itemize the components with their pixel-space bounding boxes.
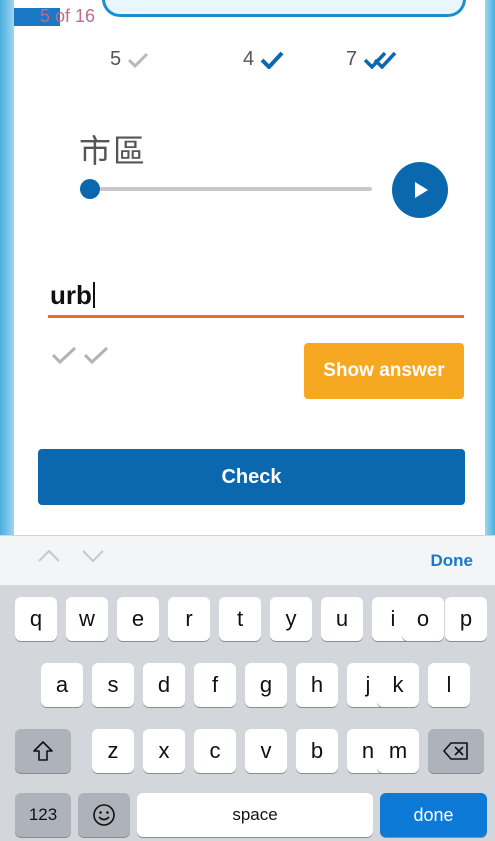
key-x[interactable]: x bbox=[143, 729, 185, 773]
key-r[interactable]: r bbox=[168, 597, 210, 641]
text-caret bbox=[92, 282, 95, 308]
emoji-key[interactable] bbox=[78, 793, 130, 837]
stat-count: 7 bbox=[346, 48, 358, 70]
audio-progress-knob[interactable] bbox=[80, 179, 100, 199]
key-f[interactable]: f bbox=[194, 663, 236, 707]
emoji-icon bbox=[93, 804, 115, 826]
space-key[interactable]: space bbox=[137, 793, 373, 837]
stat-mastered: 7 bbox=[346, 48, 397, 71]
key-s[interactable]: s bbox=[92, 663, 134, 707]
answer-underline bbox=[48, 315, 464, 318]
key-p[interactable]: p bbox=[445, 597, 487, 641]
keyboard-toolbar: Done bbox=[0, 535, 495, 586]
chevron-down-icon[interactable] bbox=[82, 550, 104, 562]
play-icon bbox=[415, 182, 428, 198]
done-key[interactable]: done bbox=[380, 793, 487, 837]
stat-count: 5 bbox=[110, 48, 122, 70]
backspace-key[interactable] bbox=[428, 729, 484, 773]
key-d[interactable]: d bbox=[143, 663, 185, 707]
key-c[interactable]: c bbox=[194, 729, 236, 773]
shift-key[interactable] bbox=[15, 729, 71, 773]
backspace-icon bbox=[443, 742, 468, 760]
key-g[interactable]: g bbox=[245, 663, 287, 707]
key-y[interactable]: y bbox=[270, 597, 312, 641]
onscreen-keyboard: q w e r t y u i o p a s d f g h j k l z … bbox=[0, 585, 495, 841]
check-blue-icon bbox=[260, 51, 284, 69]
key-a[interactable]: a bbox=[41, 663, 83, 707]
key-u[interactable]: u bbox=[321, 597, 363, 641]
chevron-up-icon[interactable] bbox=[38, 550, 60, 562]
play-audio-button[interactable] bbox=[392, 162, 448, 218]
key-b[interactable]: b bbox=[296, 729, 338, 773]
flashcard-word: 市區 bbox=[79, 132, 148, 170]
key-m[interactable]: m bbox=[377, 729, 419, 773]
key-q[interactable]: q bbox=[15, 597, 57, 641]
key-v[interactable]: v bbox=[245, 729, 287, 773]
key-t[interactable]: t bbox=[219, 597, 261, 641]
check-gray-icon bbox=[83, 346, 109, 364]
audio-progress-track[interactable] bbox=[90, 187, 372, 191]
attempt-indicators bbox=[50, 346, 110, 364]
toolbar-done-button[interactable]: Done bbox=[431, 551, 474, 571]
key-l[interactable]: l bbox=[428, 663, 470, 707]
top-tab bbox=[102, 0, 466, 17]
key-o[interactable]: o bbox=[402, 597, 444, 641]
answer-input[interactable]: urb bbox=[50, 280, 95, 311]
show-answer-button[interactable]: Show answer bbox=[304, 343, 464, 399]
field-navigation bbox=[38, 550, 104, 562]
stat-count: 4 bbox=[243, 48, 255, 70]
stat-correct-once: 5 bbox=[110, 48, 149, 71]
progress-counter: 5 of 16 bbox=[40, 6, 96, 26]
shift-icon bbox=[33, 741, 53, 761]
key-w[interactable]: w bbox=[66, 597, 108, 641]
key-k[interactable]: k bbox=[377, 663, 419, 707]
key-z[interactable]: z bbox=[92, 729, 134, 773]
numbers-key[interactable]: 123 bbox=[15, 793, 71, 837]
answer-text: urb bbox=[50, 280, 92, 310]
stat-correct-twice: 4 bbox=[243, 48, 284, 71]
check-gray-icon bbox=[51, 346, 77, 364]
double-check-blue-icon bbox=[363, 51, 397, 69]
key-h[interactable]: h bbox=[296, 663, 338, 707]
key-e[interactable]: e bbox=[117, 597, 159, 641]
app-screen: 5 of 16 5 4 7 市區 urb Show answer Check D… bbox=[0, 0, 495, 841]
check-button[interactable]: Check bbox=[38, 449, 465, 505]
check-gray-icon bbox=[128, 52, 149, 68]
